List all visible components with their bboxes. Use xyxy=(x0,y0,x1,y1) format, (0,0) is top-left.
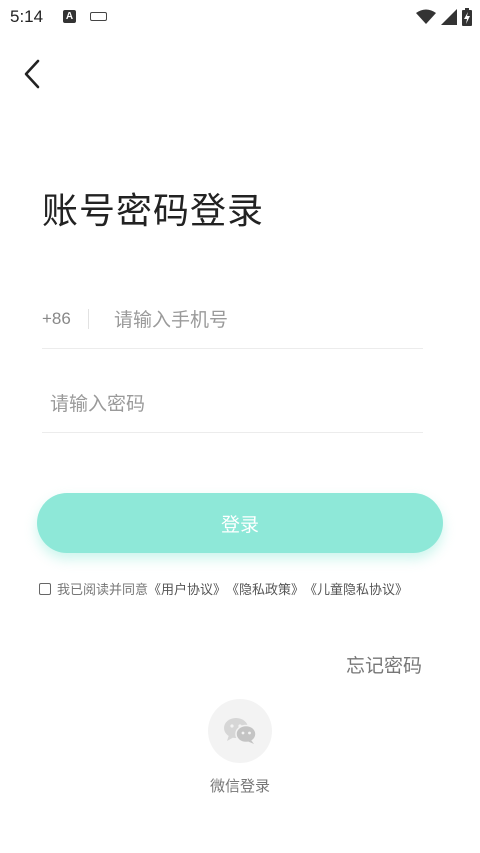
chevron-left-icon xyxy=(24,59,40,89)
child-privacy-link[interactable]: 《儿童隐私协议》 xyxy=(304,579,408,598)
wechat-login-label: 微信登录 xyxy=(209,777,270,795)
forgot-password-link[interactable]: 忘记密码 xyxy=(346,651,422,678)
user-agreement-link[interactable]: 《用户协议》 xyxy=(148,579,226,598)
agreement-checkbox[interactable] xyxy=(39,582,51,595)
login-button[interactable]: 登录 xyxy=(37,493,443,553)
country-code-divider xyxy=(88,309,89,329)
page-title: 账号密码登录 xyxy=(42,191,265,232)
status-bar: 5:14 A xyxy=(0,0,480,34)
agreement-row: 我已阅读并同意 《用户协议》 《隐私政策》 《儿童隐私协议》 xyxy=(39,579,408,598)
a-notification-icon: A xyxy=(63,10,76,23)
back-button[interactable] xyxy=(14,56,50,92)
wifi-icon xyxy=(416,9,436,24)
keyboard-icon xyxy=(90,12,107,21)
country-code[interactable]: +86 xyxy=(42,309,71,329)
agreement-prefix: 我已阅读并同意 xyxy=(57,583,149,598)
phone-input[interactable] xyxy=(114,302,414,338)
status-time: 5:14 xyxy=(10,7,44,26)
status-icons xyxy=(416,8,472,26)
password-input[interactable] xyxy=(50,386,410,422)
signal-icon xyxy=(441,9,457,25)
password-field xyxy=(42,378,423,433)
privacy-policy-link[interactable]: 《隐私政策》 xyxy=(226,579,304,598)
wechat-icon xyxy=(224,718,257,744)
battery-charging-icon xyxy=(462,8,472,26)
phone-field: +86 xyxy=(42,294,423,349)
wechat-login-button[interactable] xyxy=(208,699,272,763)
